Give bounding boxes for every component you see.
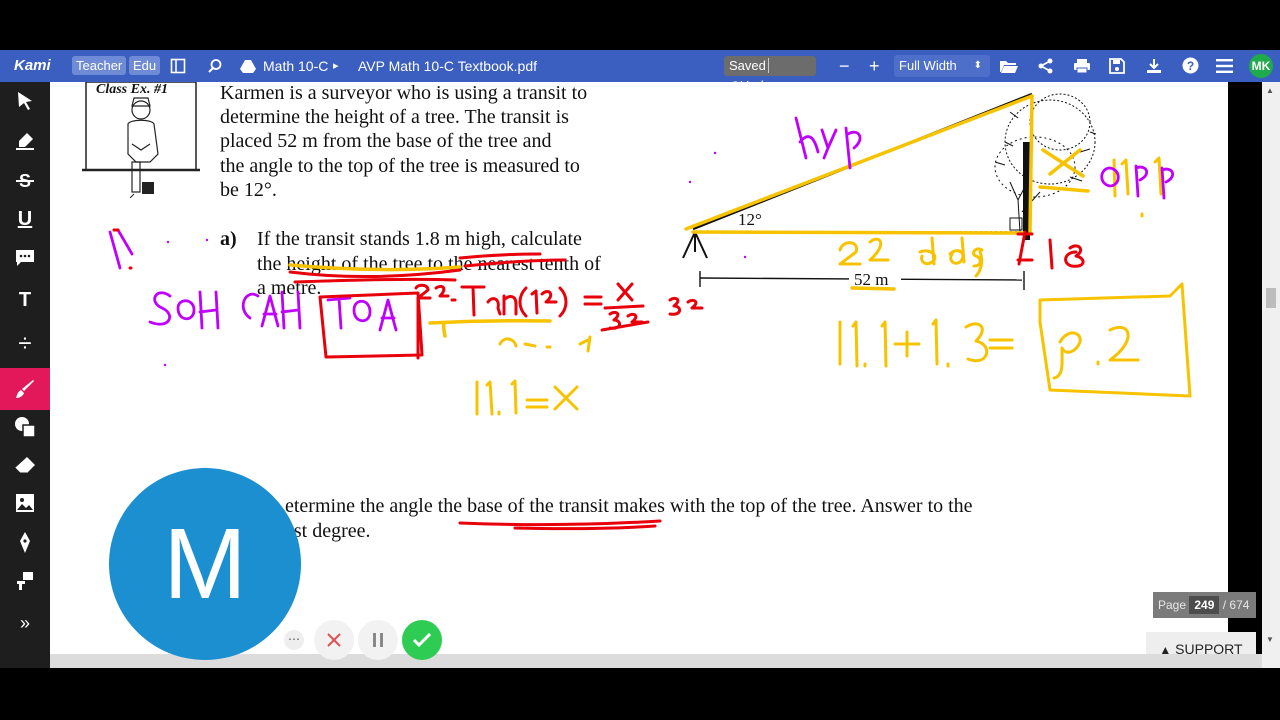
eraser-icon (14, 457, 35, 474)
page-number-input[interactable]: 249 (1189, 596, 1220, 614)
signature-tool[interactable] (0, 523, 50, 561)
select-arrows-icon: ⬍ (973, 60, 982, 71)
shapes-tool[interactable] (0, 408, 50, 446)
brush-icon (16, 380, 34, 398)
breadcrumb-separator: ▸ (333, 60, 339, 72)
zoom-select[interactable]: Full Width ⬍ (894, 55, 990, 77)
strikethrough-tool[interactable]: S (0, 161, 50, 199)
shapes-icon (15, 417, 36, 438)
page-total: / 674 (1222, 598, 1250, 612)
page-indicator[interactable]: Page 249 / 674 (1153, 592, 1256, 618)
select-tool[interactable] (0, 82, 50, 120)
download-icon[interactable] (1146, 50, 1162, 82)
more-options-button[interactable]: ⋯ (284, 630, 304, 650)
double-chevron-right-icon: » (19, 613, 30, 633)
diagram-angle: 12° (738, 210, 762, 229)
tool-sidebar: S U T ÷ » (0, 82, 50, 668)
add-page-tool[interactable] (0, 562, 50, 600)
edu-badge: Edu (129, 56, 161, 75)
image-icon (16, 494, 34, 512)
handwriting-yellow (475, 156, 1192, 416)
cursor-icon (18, 92, 32, 110)
checkmark-icon (412, 632, 432, 648)
diagram-distance: 52 m (854, 270, 889, 289)
vertical-scrollbar[interactable]: ▲ ▼ (1262, 82, 1280, 668)
comment-tool[interactable] (0, 239, 50, 277)
search-icon[interactable] (207, 50, 223, 82)
save-icon[interactable] (1109, 50, 1125, 82)
svg-text:?: ? (1187, 59, 1194, 73)
pause-recording-button[interactable] (358, 620, 398, 660)
save-status: Saved ↶Undo (724, 56, 816, 93)
user-avatar[interactable]: MK (1249, 54, 1273, 78)
zoom-in-button[interactable]: + (869, 50, 880, 82)
page-label: Page (1158, 598, 1187, 612)
highlight-tool[interactable] (0, 122, 50, 160)
kami-logo[interactable]: Kami (14, 50, 51, 82)
scroll-down-arrow-icon[interactable]: ▼ (1266, 635, 1274, 644)
print-icon[interactable] (1073, 50, 1091, 82)
eraser-tool[interactable] (0, 446, 50, 484)
scroll-up-arrow-icon[interactable]: ▲ (1266, 86, 1274, 95)
drawing-tool[interactable] (0, 368, 50, 410)
file-title[interactable]: AVP Math 10-C Textbook.pdf (358, 50, 537, 82)
finish-recording-button[interactable] (402, 620, 442, 660)
scroll-thumb[interactable] (1266, 288, 1276, 308)
expand-toolbar[interactable]: » (0, 604, 50, 642)
stamp-icon (17, 572, 33, 590)
menu-icon[interactable] (1216, 50, 1233, 82)
image-tool[interactable] (0, 484, 50, 522)
pause-icon (373, 633, 383, 647)
tree-illustration (994, 93, 1097, 233)
google-drive-icon (240, 50, 256, 82)
top-toolbar: Kami Teacher Edu Math 10-C ▸ AVP Math 10… (0, 50, 1280, 93)
text-tool[interactable]: T (0, 281, 50, 319)
text-icon: T (18, 289, 32, 311)
underline-icon: U (17, 208, 33, 230)
folder-breadcrumb[interactable]: Math 10-C (263, 50, 328, 82)
pen-nib-icon (20, 532, 30, 553)
cancel-recording-button[interactable] (314, 620, 354, 660)
equation-tool[interactable]: ÷ (0, 325, 50, 363)
close-icon (327, 633, 341, 647)
triangle-diagram (682, 92, 1097, 290)
underline-tool[interactable]: U (0, 200, 50, 238)
divide-icon: ÷ (18, 330, 32, 357)
handwriting-red (112, 228, 1085, 531)
highlighter-icon (16, 133, 34, 150)
comment-icon (16, 250, 34, 266)
help-icon[interactable]: ? (1182, 50, 1199, 82)
saved-label: Saved (729, 58, 766, 73)
sidebar-toggle-icon[interactable] (170, 50, 186, 82)
open-folder-icon[interactable] (999, 50, 1019, 82)
handwriting-magenta (108, 116, 1175, 332)
teacher-badge: Teacher (72, 56, 127, 75)
zoom-mode-value: Full Width (899, 58, 957, 73)
zoom-out-button[interactable]: − (839, 50, 850, 82)
share-icon[interactable] (1038, 50, 1054, 82)
recorder-avatar: M (109, 468, 301, 660)
strikethrough-icon: S (16, 171, 34, 191)
